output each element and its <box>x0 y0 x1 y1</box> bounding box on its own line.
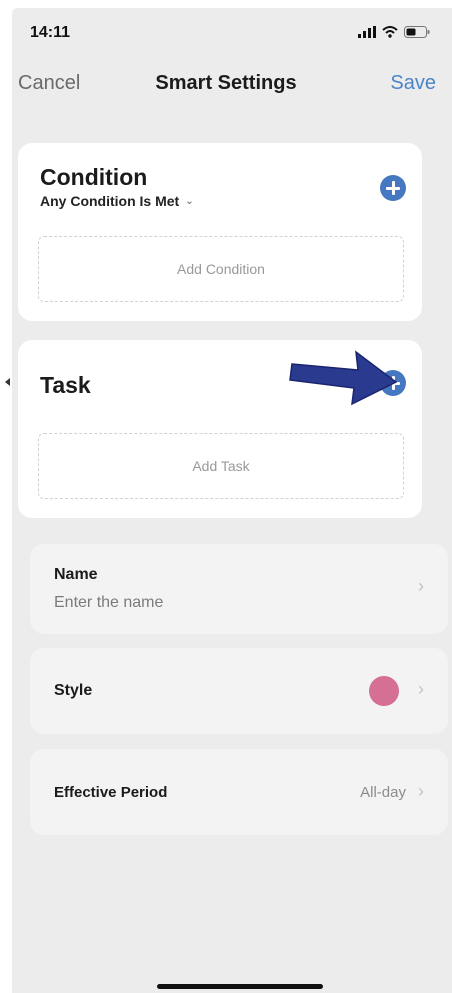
status-icons <box>358 26 430 38</box>
chevron-right-icon: › <box>418 679 424 699</box>
style-label: Style <box>54 682 93 699</box>
save-button[interactable]: Save <box>390 72 436 95</box>
task-title: Task <box>40 372 91 398</box>
add-task-button[interactable]: Add Task <box>38 433 404 499</box>
effective-period-value: All-day <box>360 784 406 801</box>
annotation-arrow-icon <box>289 350 398 406</box>
signal-icon <box>358 26 376 38</box>
name-field[interactable]: Enter the name <box>54 594 163 612</box>
add-condition-plus-button[interactable] <box>380 175 406 201</box>
edge-marker <box>5 378 10 386</box>
chevron-right-icon: › <box>418 781 424 801</box>
battery-icon <box>404 26 430 38</box>
wifi-icon <box>382 26 398 38</box>
page-title: Smart Settings <box>155 72 297 94</box>
name-row[interactable] <box>30 544 448 634</box>
condition-mode-selector[interactable]: Any Condition Is Met ⌄ <box>40 193 194 209</box>
add-condition-button[interactable]: Add Condition <box>38 236 404 302</box>
condition-card: Condition Any Condition Is Met ⌄ Add Con… <box>18 143 422 321</box>
status-time: 14:11 <box>30 24 71 41</box>
condition-mode-label: Any Condition Is Met <box>40 193 180 209</box>
chevron-right-icon: › <box>418 576 424 596</box>
name-label: Name <box>54 566 98 583</box>
effective-period-label: Effective Period <box>54 784 168 801</box>
home-indicator <box>157 984 323 989</box>
chevron-down-icon: ⌄ <box>185 195 194 207</box>
condition-title: Condition <box>40 164 148 190</box>
style-color-swatch[interactable] <box>369 676 399 706</box>
